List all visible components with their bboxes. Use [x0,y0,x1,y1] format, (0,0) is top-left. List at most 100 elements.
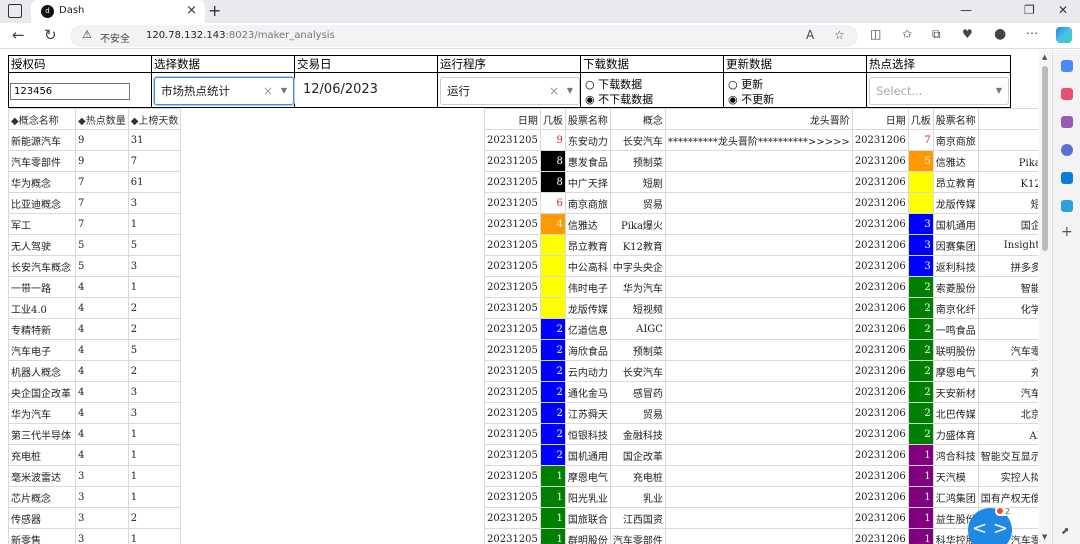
concept-cell: 汽车零部件 [609,528,666,544]
data-select-dropdown[interactable]: 市场热点统计 × ▼ [154,77,294,105]
concept-name-cell: 新能源汽车 [8,129,76,151]
window-menu-icon[interactable] [8,4,22,18]
hot-count-cell: 4 [75,360,129,382]
boards-cell: 1 [907,528,934,544]
more-menu-icon[interactable]: ⋯ [1026,26,1038,40]
concept-name-cell: 新零售 [8,528,76,544]
page-scrollbar[interactable]: ▲ ▼ [1039,50,1051,544]
stock-name-cell: 汇鸿集团 [932,486,979,508]
date-cell: 20231206 [851,465,909,487]
table-row: 202312051阳光乳业乳业202312061汇鸿集团国有产权无偿划转 [484,486,1038,508]
stock-name-cell: 昂立教育 [564,234,611,256]
stock-name-cell: 因赛集团 [932,234,979,256]
hot-count-cell: 9 [75,150,129,172]
date-cell: 20231205 [484,213,541,235]
boards-cell: 3 [539,276,566,298]
clear-icon[interactable]: × [549,78,559,104]
chevron-down-icon[interactable]: ▼ [996,78,1002,104]
download-radio[interactable]: ○ 下载数据 [585,76,642,92]
stock-name-cell: 国旅联合 [564,507,611,529]
restore-icon[interactable]: ❐ [1024,3,1035,17]
table-row: 一带一路 4 1 [8,276,182,298]
open-external-icon[interactable]: ⬈ [1061,526,1073,538]
games-icon[interactable] [1061,144,1073,156]
new-tab-icon[interactable]: + [208,1,221,20]
url-field[interactable]: ⚠ 不安全 120.78.132.143:8023/maker_analysis… [70,25,858,47]
chevron-down-icon[interactable]: ▼ [567,78,573,104]
auth-label: 授权码 [9,56,151,73]
scroll-up-icon[interactable]: ▲ [1042,53,1047,61]
read-aloud-icon[interactable]: A [806,28,814,42]
auth-code-input[interactable]: 123456 [10,83,130,100]
date-header[interactable]: 日期 [851,108,909,130]
favorite-star-icon[interactable]: ☆ [834,28,845,42]
download-label: 下载数据 [581,56,723,73]
minimize-icon[interactable]: — [960,3,972,17]
ladder-header[interactable]: 龙头晋阶 [664,108,853,130]
shopping-tag-icon[interactable] [1061,88,1073,100]
table-row: 202312052江苏舜天贸易202312062北巴传媒北京国资 [484,402,1038,424]
stock-name-header[interactable]: 股票名称 [932,108,979,130]
add-sidebar-icon[interactable]: + [1061,225,1073,239]
run-dropdown[interactable]: 运行 × ▼ [440,77,580,105]
trade-date-picker[interactable]: 12/06/2023 [303,82,378,97]
table-row: 华为汽车 4 3 [8,402,182,424]
back-icon[interactable]: ← [12,26,25,44]
chevron-down-icon[interactable]: ▼ [281,78,287,104]
boards-cell: 2 [907,402,934,424]
hot-count-cell: 4 [75,402,129,424]
ladder-cell [664,213,853,235]
boards-header[interactable]: 几板 [907,108,934,130]
outlook-icon[interactable] [1061,172,1073,184]
tools-icon[interactable] [1061,116,1073,128]
list-days-cell: 1 [127,213,182,235]
profile-avatar-icon[interactable]: ● [994,26,1006,42]
concept-name-cell: 汽车电子 [8,339,76,361]
date-cell: 20231206 [851,318,909,340]
stock-name-cell: 昂立教育 [932,171,979,193]
concept-header[interactable]: 概念 [609,108,666,130]
copilot-icon[interactable] [1056,27,1072,43]
hot-count-header[interactable]: ◆热点数量 [75,108,129,130]
list-days-header[interactable]: ◆上榜天数 [127,108,182,130]
hot-count-cell: 7 [75,213,129,235]
hot-count-cell: 3 [75,528,129,544]
browser-tab[interactable]: d Dash × [31,0,205,23]
extensions-icon[interactable]: ♥ [962,27,973,41]
list-days-cell: 2 [127,507,182,529]
boards-cell: 9 [539,129,566,151]
hot-count-cell: 3 [75,507,129,529]
no-download-radio[interactable]: ◉ 不下载数据 [585,91,653,107]
list-days-cell: 1 [127,444,182,466]
update-radio[interactable]: ○ 更新 [728,76,763,92]
collections-icon[interactable]: ⧉ [932,27,941,42]
boards-cell: 2 [539,318,566,340]
url-host: 120.78.132.143 [146,30,226,41]
boards-cell: 1 [539,465,566,487]
scroll-down-icon[interactable]: ▼ [1042,533,1047,541]
concept-cell: 智能座舱 [977,276,1038,298]
close-window-icon[interactable]: ✕ [1058,3,1068,17]
scroll-thumb[interactable] [1042,66,1048,251]
concept-name-header[interactable]: ◆概念名称 [8,108,76,130]
date-header[interactable]: 日期 [484,108,541,130]
favorites-icon[interactable]: ✩ [902,27,912,41]
date-cell: 20231205 [484,465,541,487]
boards-header[interactable]: 几板 [539,108,566,130]
tab-close-icon[interactable]: × [186,3,197,18]
no-update-radio[interactable]: ◉ 不更新 [728,91,774,107]
hot-select-dropdown[interactable]: Select... ▼ [869,77,1009,105]
ladder-cell [664,360,853,382]
refresh-icon[interactable]: ↻ [44,26,57,44]
clear-icon[interactable]: × [263,78,273,104]
list-days-cell: 3 [127,402,182,424]
address-bar-row: ← ↻ ⚠ 不安全 120.78.132.143:8023/maker_anal… [0,23,1080,49]
data-select-value: 市场热点统计 [161,84,230,98]
drop-icon[interactable] [1061,200,1073,212]
split-screen-icon[interactable]: ◫ [870,27,881,41]
stock-name-header[interactable]: 股票名称 [564,108,611,130]
date-cell: 20231205 [484,339,541,361]
concept-header[interactable]: 概念 [977,108,1038,130]
search-icon[interactable] [1061,60,1073,72]
concept-cell: 感冒药 [609,381,666,403]
